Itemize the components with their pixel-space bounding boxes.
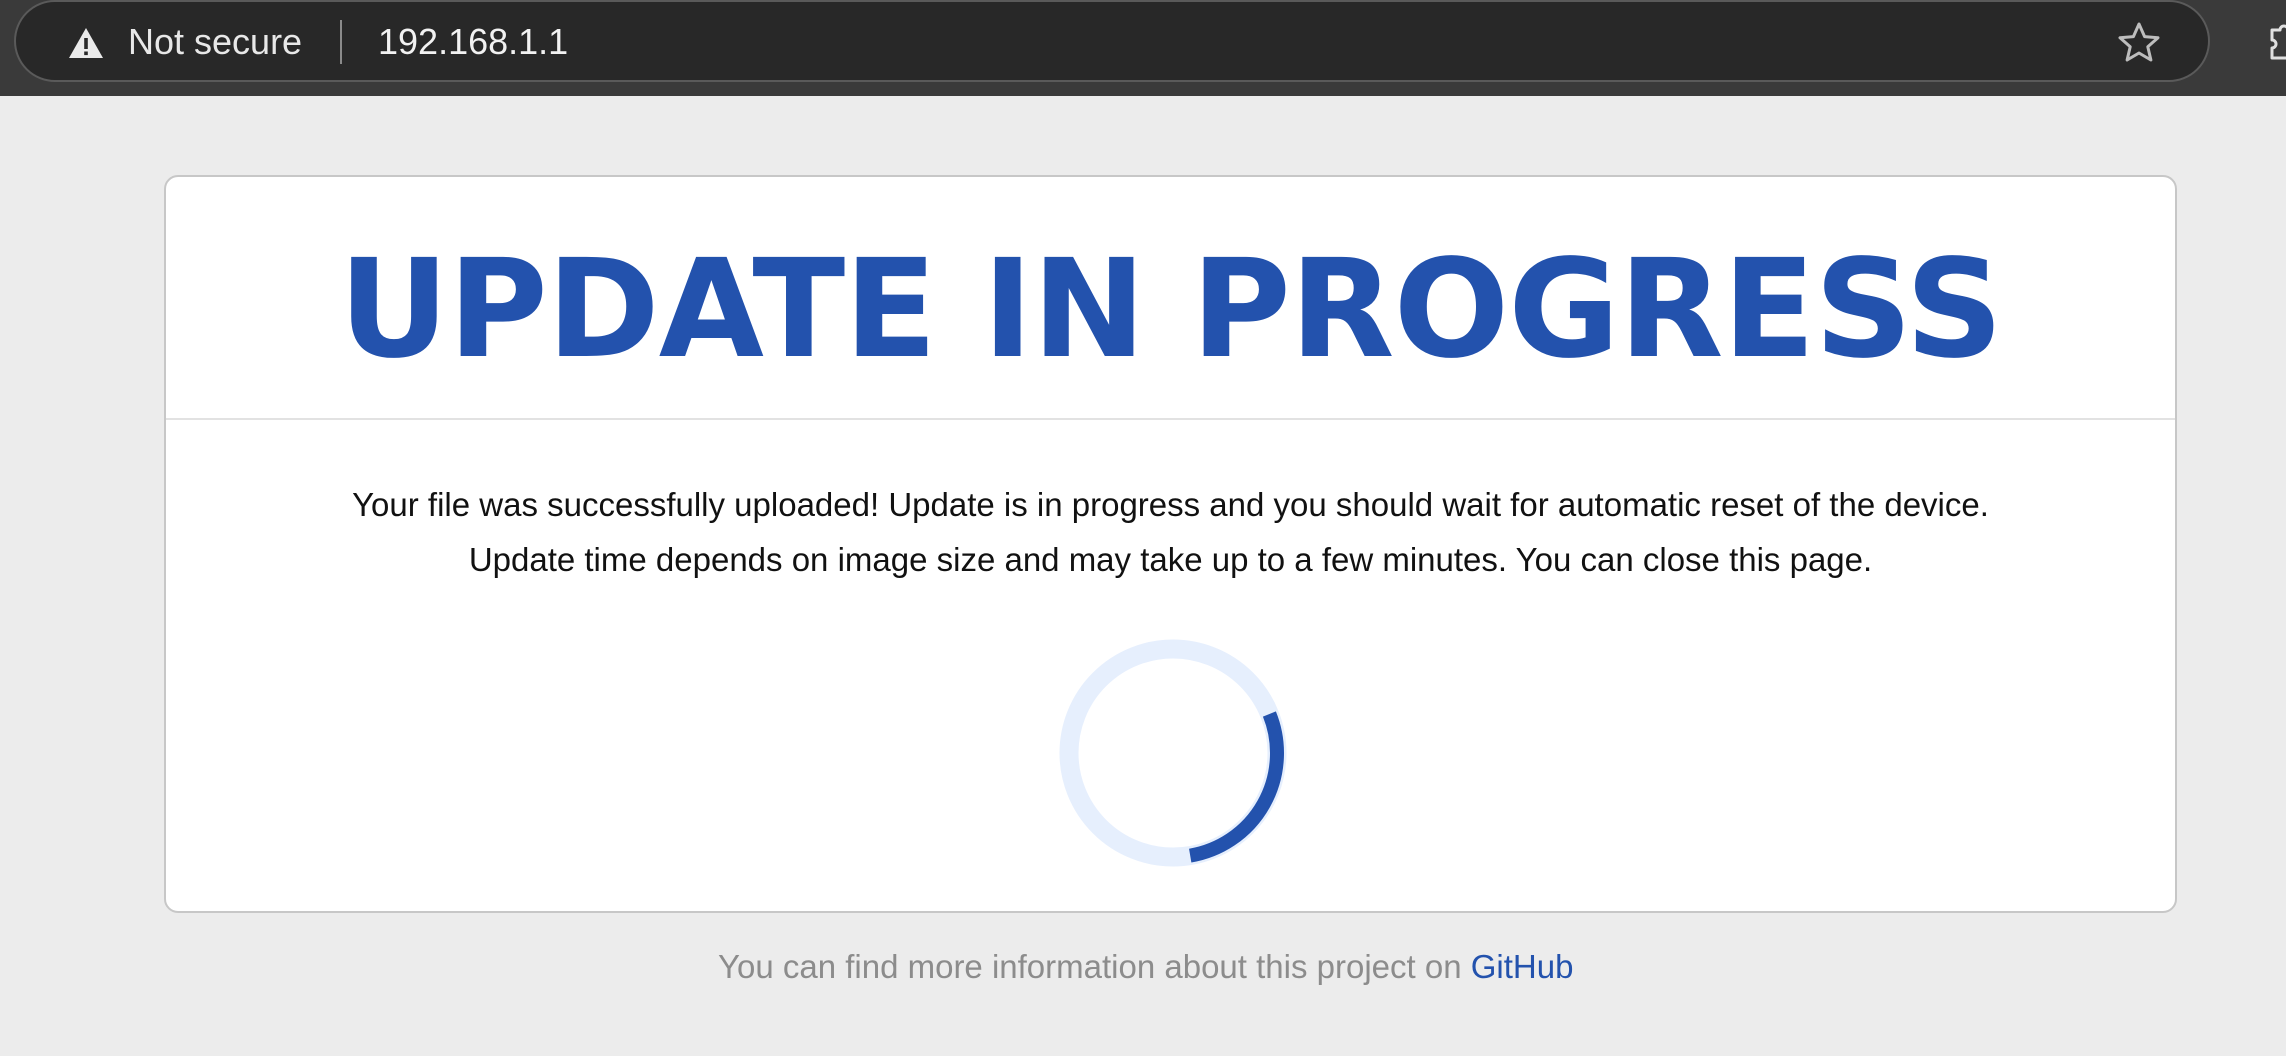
- card-header: UPDATE IN PROGRESS: [166, 177, 2175, 420]
- page-title: UPDATE IN PROGRESS: [338, 230, 2004, 389]
- security-status-label[interactable]: Not secure: [128, 18, 302, 66]
- address-bar[interactable]: Not secure 192.168.1.1: [14, 0, 2210, 82]
- footer-info-text: You can find more information about this…: [718, 948, 1462, 985]
- loading-spinner-icon: [1059, 639, 1287, 867]
- message-line-1: Your file was successfully uploaded! Upd…: [352, 486, 1989, 523]
- github-link[interactable]: GitHub: [1471, 948, 1574, 985]
- url-text[interactable]: 192.168.1.1: [378, 18, 568, 66]
- puzzle-icon[interactable]: [2266, 22, 2286, 62]
- status-message: Your file was successfully uploaded! Upd…: [166, 477, 2175, 587]
- message-line-2: Update time depends on image size and ma…: [468, 541, 1873, 578]
- address-bar-divider: [340, 20, 342, 64]
- browser-toolbar: Not secure 192.168.1.1: [0, 0, 2286, 96]
- warning-triangle-icon[interactable]: [66, 24, 106, 64]
- star-outline-icon[interactable]: [2116, 20, 2162, 66]
- footer-text: You can find more information about this…: [718, 942, 1573, 992]
- update-card: UPDATE IN PROGRESS Your file was success…: [164, 175, 2177, 913]
